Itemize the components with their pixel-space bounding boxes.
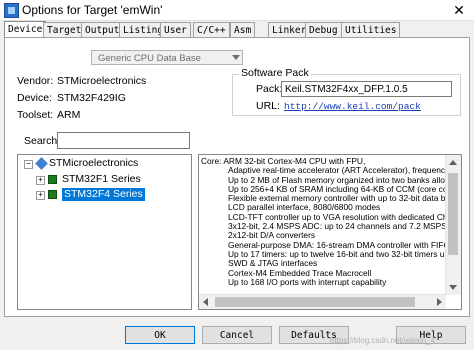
scroll-left-icon[interactable] [203,298,208,306]
chip-icon [48,175,57,184]
vendor-value: STMicroelectronics [57,75,147,87]
vendor-icon [35,157,48,170]
tab-c-cpp[interactable]: C/C++ [193,22,230,37]
scroll-thumb[interactable] [215,297,415,307]
device-tree[interactable]: − STMicroelectronics + STM32F1 Series + … [17,154,192,310]
collapse-icon[interactable]: − [24,160,33,169]
tab-user[interactable]: User [160,22,191,37]
pack-field: Keil.STM32F4xx_DFP.1.0.5 [281,81,452,97]
scroll-right-icon[interactable] [437,298,442,306]
scroll-up-icon[interactable] [449,160,457,165]
title-bar: Options for Target 'emWin' ✕ [0,0,474,21]
horizontal-scrollbar[interactable] [199,294,446,309]
database-select-value: Generic CPU Data Base [98,53,201,64]
tree-node-stmicroelectronics[interactable]: STMicroelectronics [49,157,138,170]
expand-icon[interactable]: + [36,191,45,200]
device-description: Core: ARM 32-bit Cortex-M4 CPU with FPU,… [198,154,462,310]
tab-output[interactable]: Output [81,22,124,37]
description-line: Up to 168 I/O ports with interrupt capab… [228,276,387,287]
watermark: https://blog.csdn.net/weixin_4 [330,336,435,345]
tab-asm[interactable]: Asm [230,22,256,37]
scroll-thumb[interactable] [448,173,458,255]
toolset-label: Toolset: [17,109,54,121]
chip-icon [48,190,57,199]
vertical-scrollbar[interactable] [445,155,461,295]
chevron-down-icon [232,55,240,60]
tab-device[interactable]: Device [4,21,47,38]
tab-target[interactable]: Target [43,22,86,37]
database-select[interactable]: Generic CPU Data Base [91,50,243,65]
description-text: Core: ARM 32-bit Cortex-M4 CPU with FPU,… [201,157,446,295]
search-input[interactable] [57,132,190,149]
window-title: Options for Target 'emWin' [22,3,163,17]
tree-node-stm32f1[interactable]: STM32F1 Series [62,173,141,186]
device-value: STM32F429IG [57,92,126,104]
tab-linker[interactable]: Linker [268,22,311,37]
scroll-down-icon[interactable] [449,285,457,290]
cancel-button[interactable]: Cancel [202,326,272,344]
software-pack-title: Software Pack [239,67,311,79]
tab-debug[interactable]: Debug [305,22,342,37]
device-label: Device: [17,92,53,104]
ok-button[interactable]: OK [125,326,195,344]
close-icon[interactable]: ✕ [444,0,474,20]
vendor-label: Vendor: [17,75,54,87]
pack-url-link[interactable]: http://www.keil.com/pack [284,101,421,112]
url-label: URL: [256,100,280,112]
tree-node-stm32f4[interactable]: STM32F4 Series [62,188,145,201]
search-label: Search: [24,135,61,147]
app-icon [4,3,19,18]
expand-icon[interactable]: + [36,176,45,185]
pack-label: Pack: [256,83,283,95]
toolset-value: ARM [57,109,81,121]
tab-utilities[interactable]: Utilities [341,22,401,37]
